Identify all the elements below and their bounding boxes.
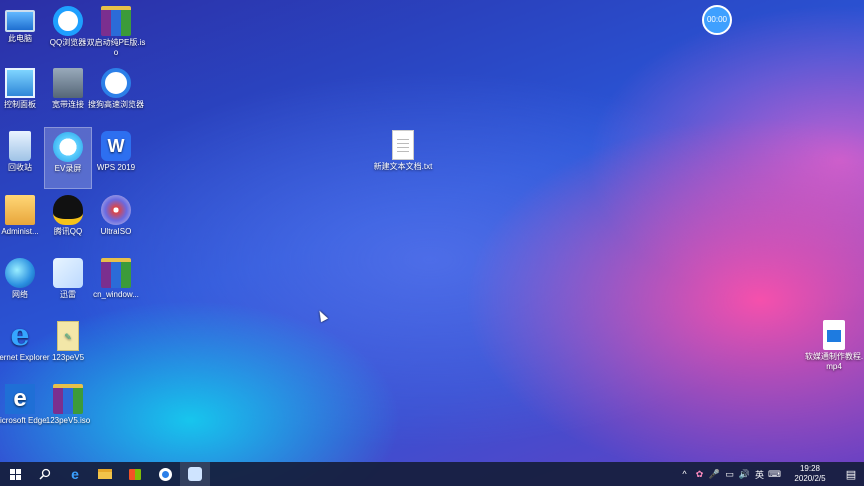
- ev-recorder-icon: [53, 132, 83, 162]
- recycle-bin-icon: [9, 131, 31, 161]
- desktop-icon-label: 回收站: [8, 163, 32, 172]
- qq-icon: [53, 195, 83, 225]
- taskbar-store-button[interactable]: [120, 462, 150, 486]
- ultraiso-icon: [101, 195, 131, 225]
- volume-icon[interactable]: 🔊: [737, 469, 752, 480]
- sogou-browser-icon: [101, 68, 131, 98]
- qq-browser-icon: [53, 6, 83, 36]
- wps-icon: W: [101, 131, 131, 161]
- network-icon: [5, 258, 35, 288]
- taskbar-sogou-browser-button[interactable]: [150, 462, 180, 486]
- desktop-icon-sogou-browser[interactable]: 搜狗高速浏览器: [84, 64, 148, 124]
- desktop-icon-new-text-file[interactable]: 新建文本文档.txt: [371, 126, 435, 186]
- notification-center-button[interactable]: ▤: [838, 468, 864, 481]
- notepad-file-icon: ✎: [57, 321, 79, 351]
- store-icon: [129, 468, 141, 480]
- winrar-archive-icon: [53, 384, 83, 414]
- clock-date: 2020/2/5: [794, 474, 826, 483]
- video-file-icon: [823, 320, 845, 350]
- flower-app-icon[interactable]: ✿: [692, 469, 707, 480]
- desktop-icon-pe-iso[interactable]: 双启动纯PE版.iso: [84, 2, 148, 62]
- system-tray: ^ ✿ 🎤 ▭ 🔊 英 ⌨ 19:28 2020/2/5 ▤: [677, 462, 864, 486]
- desktop-icon-123pev5-iso[interactable]: 123peV5.iso: [36, 380, 100, 440]
- network-status-icon[interactable]: ▭: [722, 469, 737, 480]
- desktop-icon-label: 搜狗高速浏览器: [88, 100, 144, 109]
- xunlei-icon: [53, 258, 83, 288]
- keyboard-icon[interactable]: ⌨: [767, 469, 782, 480]
- desktop-icon-label: 软媒通制作教程.mp4: [804, 352, 864, 371]
- winrar-archive-icon: [101, 258, 131, 288]
- desktop-icon-label: 123peV5: [51, 353, 85, 362]
- file-explorer-icon: [98, 469, 112, 479]
- control-panel-icon: [5, 68, 35, 98]
- clock-time: 19:28: [799, 464, 821, 473]
- desktop-icon-123pev5[interactable]: ✎ 123peV5: [36, 317, 100, 377]
- windows-logo-icon: [9, 468, 21, 480]
- desktop-icon-label: WPS 2019: [96, 163, 136, 172]
- ev-recorder-icon: [188, 467, 202, 481]
- desktop-icon-ultraiso[interactable]: UltraISO: [84, 191, 148, 251]
- edge-icon: e: [5, 384, 35, 414]
- desktop-icon-label: 123peV5.iso: [45, 416, 91, 425]
- desktop-icon-wps[interactable]: W WPS 2019: [84, 127, 148, 187]
- taskbar-ev-recorder-button[interactable]: [180, 462, 210, 486]
- desktop-icon-video-file[interactable]: 软媒通制作教程.mp4: [802, 316, 864, 376]
- input-method-indicator[interactable]: 英: [752, 468, 767, 481]
- search-icon: [39, 468, 51, 480]
- winrar-archive-icon: [101, 6, 131, 36]
- broadband-icon: [53, 68, 83, 98]
- microphone-icon[interactable]: 🎤: [707, 469, 722, 480]
- show-hidden-icons-button[interactable]: ^: [677, 469, 692, 479]
- user-folder-icon: [5, 195, 35, 225]
- taskbar-file-explorer-button[interactable]: [90, 462, 120, 486]
- text-file-icon: [392, 130, 414, 160]
- desktop-icon-label: UltraISO: [100, 227, 132, 236]
- computer-icon: [5, 10, 35, 32]
- taskbar: e ^ ✿ 🎤 ▭ 🔊 英 ⌨ 19:28 2020/2/5 ▤: [0, 462, 864, 486]
- mouse-cursor-icon: [315, 308, 329, 323]
- edge-icon: e: [71, 466, 79, 482]
- desktop-icon-label: cn_window...: [93, 290, 139, 299]
- taskbar-edge-button[interactable]: e: [60, 462, 90, 486]
- desktop-icon-label: 双启动纯PE版.iso: [86, 38, 146, 57]
- desktop-icon-label: 新建文本文档.txt: [373, 162, 433, 171]
- start-button[interactable]: [0, 462, 30, 486]
- recorder-timer-button[interactable]: 00:00: [702, 5, 732, 35]
- clock[interactable]: 19:28 2020/2/5: [782, 464, 838, 484]
- internet-explorer-icon: e: [10, 318, 30, 353]
- sogou-browser-icon: [158, 467, 172, 481]
- search-button[interactable]: [30, 462, 60, 486]
- desktop-icon-cn-windows[interactable]: cn_window...: [84, 254, 148, 314]
